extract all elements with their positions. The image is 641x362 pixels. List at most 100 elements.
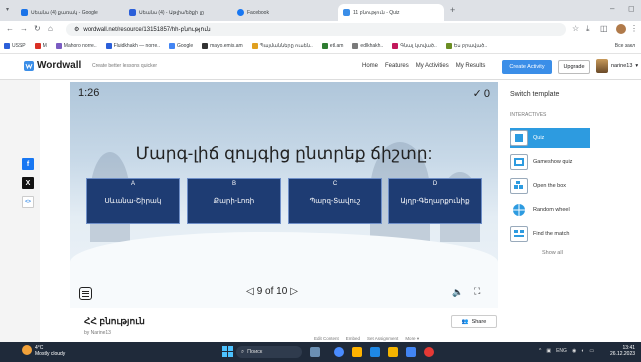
next-icon[interactable]: ▷ xyxy=(290,286,298,297)
bookmark-item[interactable]: M xyxy=(34,42,47,49)
new-tab-button[interactable]: + xyxy=(450,5,455,15)
question-pager: ◁ 9 of 10 ▷ xyxy=(246,286,298,297)
bookmark-label: Fluidkhakh — norre.. xyxy=(113,42,161,49)
bookmark-item[interactable]: Գնալ կտված.. xyxy=(392,42,437,49)
bookmark-item[interactable]: mayo.emis.am xyxy=(202,42,243,49)
bookmark-favicon-icon xyxy=(105,42,112,49)
browser-tab-active[interactable]: 11 բնություն - Quiz xyxy=(338,4,444,21)
share-icon: 👥 xyxy=(461,318,469,325)
activity-author[interactable]: by Narine13 xyxy=(84,330,111,336)
avatar xyxy=(596,59,608,73)
app-icon[interactable] xyxy=(334,347,344,357)
template-find-the-match[interactable]: Find the match xyxy=(510,224,590,244)
bookmarks-bar: USSP M Mahoro norre.. Fluidkhakh — norre.. G… xyxy=(0,38,641,54)
window-button-icon[interactable]: ◻ xyxy=(628,4,635,13)
edge-icon[interactable] xyxy=(370,347,380,357)
bookmark-label: M xyxy=(42,42,47,49)
browser-tab[interactable]: Սեանս (4) - Աթլիս/եծքի լը xyxy=(124,4,232,21)
bookmark-item[interactable]: edlkhakh.. xyxy=(352,42,383,49)
answer-c[interactable]: C Պարզ-Տավուշ xyxy=(288,178,382,224)
facebook-favicon-icon xyxy=(237,9,244,16)
wifi-icon[interactable]: ◉ xyxy=(572,348,576,354)
bookmark-item[interactable]: Պայմանները ուսեն.. xyxy=(251,42,313,49)
sound-icon[interactable]: 🔈 xyxy=(452,287,463,298)
landscape-app-icon[interactable] xyxy=(310,347,320,357)
bookmark-favicon-icon xyxy=(445,42,452,49)
download-icon[interactable]: ⤓ xyxy=(586,24,590,34)
bookmark-item[interactable]: Google xyxy=(169,42,193,49)
x-share-icon[interactable]: X xyxy=(22,177,34,189)
bookmark-label: Mahoro norre.. xyxy=(63,42,97,49)
embed-share-icon[interactable]: <> xyxy=(22,196,34,208)
minimize-button[interactable]: – xyxy=(610,4,614,13)
all-bookmarks[interactable]: Все закл xyxy=(615,43,635,49)
template-gameshow-quiz[interactable]: Gameshow quiz xyxy=(510,152,590,172)
bookmark-item[interactable]: Ես բրաված.. xyxy=(445,42,487,49)
bookmark-item[interactable]: Mahoro norre.. xyxy=(55,42,97,49)
nav-my-results[interactable]: My Results xyxy=(456,63,486,69)
nav-my-activities[interactable]: My Activities xyxy=(416,63,449,69)
clock[interactable]: 13:41 26.12.2023 xyxy=(610,345,635,357)
answer-d[interactable]: D Այղր-Գեղարքունիք xyxy=(388,178,482,224)
browser-menu-icon[interactable]: ⋮ xyxy=(630,24,638,33)
app-icon[interactable] xyxy=(424,347,434,357)
template-label: Open the box xyxy=(533,183,567,189)
template-label: Find the match xyxy=(533,231,570,237)
app-icon[interactable] xyxy=(406,347,416,357)
template-open-the-box[interactable]: Open the box xyxy=(510,176,590,196)
profile-avatar[interactable] xyxy=(616,24,626,34)
open-the-box-icon xyxy=(510,178,528,194)
template-random-wheel[interactable]: Random wheel xyxy=(510,200,590,220)
weather-icon xyxy=(22,345,32,355)
battery-icon[interactable]: ▭ xyxy=(589,348,594,354)
reload-icon[interactable]: ↻ xyxy=(34,24,41,33)
address-bar[interactable]: ⚙ wordwall.net/resource/13151857/hh-բնու… xyxy=(66,23,566,36)
bookmark-item[interactable]: Fluidkhakh — norre.. xyxy=(105,42,161,49)
volume-icon[interactable]: ◐ xyxy=(581,348,584,354)
nav-features[interactable]: Features xyxy=(385,63,409,69)
template-label: Random wheel xyxy=(533,207,570,213)
site-info-icon[interactable]: ⚙ xyxy=(74,26,79,33)
answer-letter: B xyxy=(231,181,236,187)
browser-tab[interactable]: Սեանս (4) քառակ - Google xyxy=(16,4,124,21)
nav-home[interactable]: Home xyxy=(362,63,378,69)
show-all-link[interactable]: Show all xyxy=(542,250,563,256)
bookmark-item[interactable]: etl.am xyxy=(321,42,343,49)
weather-widget[interactable]: 4°C Mostly cloudy xyxy=(35,345,65,357)
forward-icon[interactable]: → xyxy=(20,24,28,33)
game-canvas: 1:26 ✓ 0 Մարգ-լիճ զույգից ընտրեք ճիշտը: … xyxy=(70,82,498,308)
game-menu-icon[interactable] xyxy=(79,287,92,300)
previous-icon[interactable]: ◁ xyxy=(246,286,254,297)
find-the-match-icon xyxy=(510,226,528,242)
upgrade-button[interactable]: Upgrade xyxy=(558,60,590,74)
tab-favicon-icon xyxy=(21,9,28,16)
facebook-share-icon[interactable]: f xyxy=(22,158,34,170)
tab-menu-icon[interactable]: ▾ xyxy=(6,6,9,13)
fullscreen-icon[interactable]: ⛶ xyxy=(474,286,480,297)
user-menu[interactable]: narine13 ▾ xyxy=(596,59,638,73)
bookmark-star-icon[interactable]: ☆ xyxy=(572,24,579,33)
timer: 1:26 xyxy=(78,87,100,99)
answer-a[interactable]: A Սևանա-Շիրակ xyxy=(86,178,180,224)
home-icon[interactable]: ⌂ xyxy=(48,24,53,33)
bookmark-item[interactable]: USSP xyxy=(4,42,26,49)
answer-b[interactable]: B Քարի-Լոռի xyxy=(187,178,281,224)
template-quiz[interactable]: Quiz xyxy=(510,128,590,148)
taskbar-search[interactable]: ⌕ Поиск xyxy=(236,346,302,358)
back-icon[interactable]: ← xyxy=(6,24,14,33)
tray-app-icon[interactable]: ▣ xyxy=(546,348,551,354)
share-button[interactable]: 👥 Share xyxy=(451,315,497,328)
extensions-icon[interactable]: ◫ xyxy=(600,24,608,33)
left-strip: f X <> xyxy=(0,80,40,342)
gameshow-quiz-icon xyxy=(510,154,528,170)
chrome-icon[interactable] xyxy=(388,347,398,357)
language-indicator[interactable]: ENG xyxy=(556,348,567,354)
browser-tab[interactable]: Facebook xyxy=(232,4,338,21)
windows-start-icon[interactable] xyxy=(222,346,233,357)
create-activity-button[interactable]: Create Activity xyxy=(502,60,552,74)
file-explorer-icon[interactable] xyxy=(352,347,362,357)
wordwall-logo[interactable]: Wordwall xyxy=(24,60,81,71)
tray-chevron-icon[interactable]: ^ xyxy=(539,348,541,354)
tagline: Create better lessons quicker xyxy=(92,63,158,69)
clock-date: 26.12.2023 xyxy=(610,351,636,357)
